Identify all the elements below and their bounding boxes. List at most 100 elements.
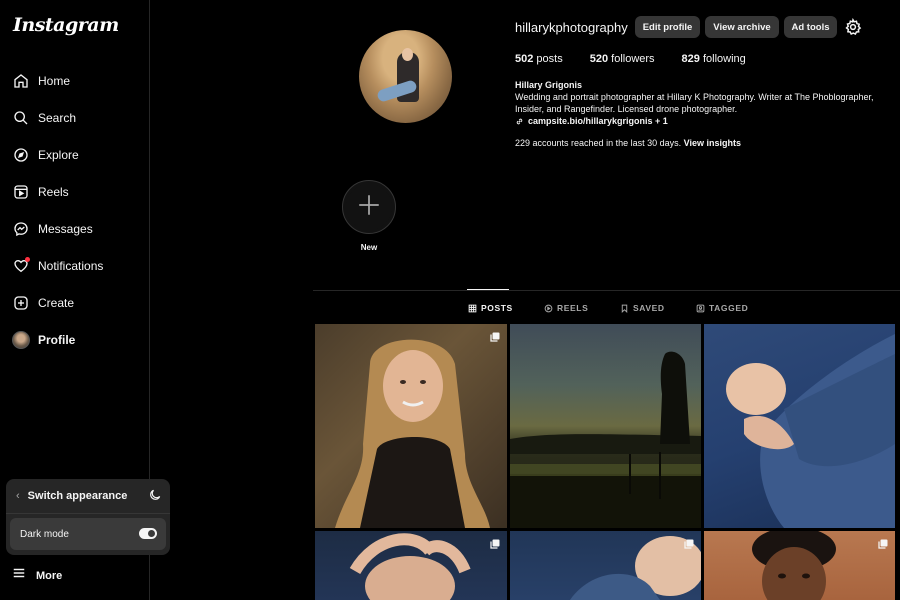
search-icon [12, 109, 30, 127]
heart-icon [12, 256, 30, 275]
sidebar-item-messages[interactable]: Messages [0, 210, 150, 247]
highlight-inner [346, 184, 392, 230]
carousel-icon [683, 537, 695, 549]
sidebar-item-label: Profile [38, 332, 76, 347]
sidebar-item-search[interactable]: Search [0, 99, 150, 136]
switch-appearance-header[interactable]: ‹ Switch appearance [6, 479, 170, 512]
post-thumbnail[interactable] [510, 324, 701, 528]
followers-stat[interactable]: 520 followers [590, 53, 655, 65]
view-insights-link[interactable]: View insights [684, 138, 741, 148]
messenger-icon [12, 220, 30, 238]
chevron-left-icon[interactable]: ‹ [16, 490, 20, 502]
instagram-logo[interactable]: Instagram [13, 14, 119, 36]
moon-icon [148, 488, 162, 502]
profile-stats: 502 posts 520 followers 829 following [515, 53, 773, 65]
reach-text: 229 accounts reached in the last 30 days… [515, 138, 682, 148]
sidebar-item-reels[interactable]: Reels [0, 173, 150, 210]
new-highlight-button[interactable] [342, 180, 396, 234]
sidebar-item-label: Search [38, 110, 77, 125]
ad-tools-button[interactable]: Ad tools [784, 16, 837, 38]
post-thumbnail[interactable] [704, 324, 895, 528]
bio-line: Wedding and portrait photographer at Hil… [515, 92, 874, 102]
new-highlight-label: New [360, 243, 378, 252]
tag-icon [696, 304, 705, 312]
following-count: 829 [681, 53, 700, 65]
sunset-silhouette-image [510, 351, 701, 528]
sidebar-item-label: Reels [38, 184, 69, 199]
home-icon [12, 72, 30, 90]
post-thumbnail[interactable] [315, 531, 507, 600]
switch-appearance-panel: ‹ Switch appearance Dark mode [6, 479, 170, 555]
bio-link[interactable]: campsite.bio/hillarykgrigonis + 1 [515, 115, 885, 127]
portrait-girl-image [335, 339, 490, 528]
insights-summary: 229 accounts reached in the last 30 days… [515, 138, 741, 148]
sidebar-item-label: Messages [38, 221, 93, 236]
posts-count: 502 [515, 53, 534, 65]
tab-tagged[interactable]: TAGGED [696, 303, 748, 313]
newborn-hands-image [349, 533, 471, 600]
sidebar-item-create[interactable]: Create [0, 284, 150, 321]
dark-mode-label: Dark mode [20, 528, 69, 540]
tab-label: TAGGED [709, 303, 749, 313]
sidebar-item-home[interactable]: Home [0, 62, 150, 99]
notification-dot [25, 256, 30, 262]
bio-line: Insider, and Rangefinder. Licensed drone… [515, 104, 738, 114]
profile-icon-wrapper [12, 330, 30, 349]
tab-label: SAVED [633, 303, 665, 313]
sidebar-item-label: Notifications [38, 258, 104, 273]
profile-bio: Hillary Grigonis Wedding and portrait ph… [515, 79, 885, 127]
followers-count: 520 [589, 53, 609, 65]
compass-icon [12, 146, 30, 164]
dark-mode-toggle[interactable] [139, 528, 157, 539]
grid-icon [468, 304, 477, 312]
post-thumbnail[interactable] [315, 324, 507, 528]
tab-posts[interactable]: POSTS [468, 303, 513, 313]
portrait-young-man-image [752, 531, 836, 600]
sidebar-item-label: Home [38, 73, 71, 88]
sidebar-item-notifications[interactable]: Notifications [0, 247, 150, 284]
reels-icon [544, 304, 553, 312]
sidebar-item-profile[interactable]: Profile [0, 321, 150, 358]
more-button[interactable]: More [12, 566, 62, 585]
post-thumbnail[interactable] [704, 531, 895, 600]
gear-icon[interactable] [844, 17, 862, 36]
tab-reels[interactable]: REELS [544, 303, 588, 313]
profile-picture-face [402, 48, 413, 61]
profile-username: hillarykphotography [515, 20, 628, 35]
dark-mode-row[interactable]: Dark mode [10, 518, 166, 550]
sidebar-item-label: Explore [38, 147, 79, 162]
profile-full-name: Hillary Grigonis [515, 80, 583, 90]
posts-stat: 502 posts [515, 53, 563, 65]
view-archive-button[interactable]: View archive [705, 16, 779, 38]
sidebar-item-label: Create [38, 295, 75, 310]
newborn-sleeping-image [570, 536, 701, 600]
divider [6, 513, 170, 514]
hamburger-icon [12, 566, 26, 585]
post-thumbnail[interactable] [510, 531, 701, 600]
sidebar-item-explore[interactable]: Explore [0, 136, 150, 173]
carousel-icon [489, 330, 501, 342]
edit-profile-button[interactable]: Edit profile [635, 16, 700, 38]
followers-label: followers [611, 53, 655, 65]
sidebar-nav: Home Search Explore Reels Messages Notif… [0, 62, 150, 358]
reels-icon [12, 183, 30, 201]
profile-picture[interactable] [359, 30, 452, 123]
tabs-divider [313, 290, 900, 291]
carousel-icon [489, 537, 501, 549]
bio-link-text: campsite.bio/hillarykgrigonis + 1 [528, 116, 668, 126]
tab-label: REELS [557, 303, 589, 313]
link-icon [515, 117, 524, 126]
active-tab-indicator [467, 289, 509, 290]
avatar [12, 330, 30, 349]
tab-saved[interactable]: SAVED [620, 303, 665, 313]
newborn-image [726, 334, 895, 528]
switch-appearance-title: Switch appearance [27, 489, 128, 502]
plus-square-icon [12, 294, 30, 312]
following-stat[interactable]: 829 following [682, 53, 746, 65]
carousel-icon [877, 537, 889, 549]
plus-icon [356, 192, 382, 223]
posts-label: posts [536, 53, 563, 65]
tab-label: POSTS [481, 303, 513, 313]
following-label: following [702, 53, 746, 65]
more-label: More [36, 569, 63, 582]
